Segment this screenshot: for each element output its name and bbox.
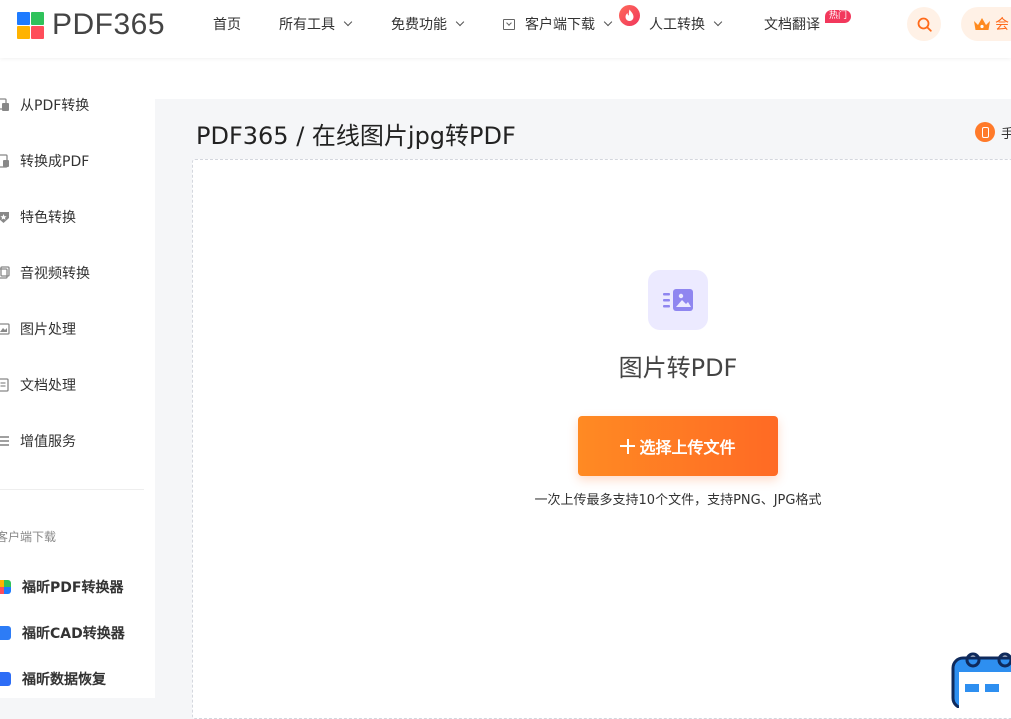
sidebar-item-special[interactable]: 特色转换 <box>0 207 76 227</box>
hot-badge: 热门 <box>825 10 852 23</box>
crown-icon <box>974 17 990 30</box>
top-header: PDF365 首页 所有工具 免费功能 客户端下载 人工转换 文档翻译 热门 会 <box>0 0 1011 58</box>
chevron-down-icon <box>343 17 353 27</box>
doc-to-icon <box>0 154 10 168</box>
nav-all-tools[interactable]: 所有工具 <box>279 0 353 48</box>
nav-client-download-label: 客户端下载 <box>525 17 595 33</box>
image-to-pdf-icon <box>648 270 708 330</box>
sidebar-item-label: 从PDF转换 <box>20 98 90 114</box>
nav-doc-translate[interactable]: 文档翻译 <box>764 0 820 48</box>
phone-icon <box>975 122 995 142</box>
foxit-cad-icon <box>0 626 11 640</box>
vip-button[interactable]: 会 <box>961 7 1011 41</box>
nav-free-features[interactable]: 免费功能 <box>391 0 465 48</box>
nav-human-convert[interactable]: 人工转换 <box>649 0 723 48</box>
chevron-down-icon <box>603 17 613 27</box>
foxit-pdf-icon <box>0 580 11 594</box>
vip-label: 会 <box>995 17 1009 33</box>
upload-hint: 一次上传最多支持10个文件，支持PNG、JPG格式 <box>534 493 822 508</box>
search-icon <box>917 17 932 32</box>
sidebar-item-doc-process[interactable]: 文档处理 <box>0 375 76 395</box>
chevron-down-icon <box>455 17 465 27</box>
chevron-down-icon <box>713 17 723 27</box>
sidebar-item-label: 音视频转换 <box>20 266 90 282</box>
download-icon <box>503 18 515 30</box>
doc-from-icon <box>0 98 10 112</box>
sidebar-item-label: 图片处理 <box>20 322 76 338</box>
nav-free-features-label: 免费功能 <box>391 17 447 33</box>
sidebar-item-media[interactable]: 音视频转换 <box>0 263 90 283</box>
breadcrumb: PDF365 / 在线图片jpg转PDF <box>196 122 516 150</box>
sidebar-app-label: 福昕数据恢复 <box>22 672 106 688</box>
sidebar-item-label: 特色转换 <box>20 210 76 226</box>
logo-mark-icon <box>17 11 44 39</box>
search-button[interactable] <box>907 7 941 41</box>
doc-process-icon <box>0 378 10 392</box>
calendar-promo-icon[interactable] <box>951 648 1011 710</box>
sidebar-app-foxit-recovery[interactable]: 福昕数据恢复 <box>0 669 106 689</box>
sidebar: 从PDF转换 转换成PDF 特色转换 音视频转换 图片处理 文档处理 增值服务 … <box>0 58 155 698</box>
sidebar-item-to-pdf[interactable]: 转换成PDF <box>0 151 89 171</box>
sidebar-item-image[interactable]: 图片处理 <box>0 319 76 339</box>
nav-human-convert-label: 人工转换 <box>649 17 705 33</box>
star-shield-icon <box>0 210 10 224</box>
nav-all-tools-label: 所有工具 <box>279 17 335 33</box>
sidebar-divider <box>0 489 144 490</box>
nav-home-label: 首页 <box>213 17 241 33</box>
sidebar-item-label: 文档处理 <box>20 378 76 394</box>
tool-title: 图片转PDF <box>618 354 738 382</box>
sidebar-app-foxit-pdf[interactable]: 福昕PDF转换器 <box>0 577 123 597</box>
sidebar-app-label: 福昕CAD转换器 <box>22 626 125 642</box>
logo-text: PDF365 <box>52 8 166 41</box>
logo[interactable]: PDF365 <box>17 8 166 41</box>
sidebar-app-label: 福昕PDF转换器 <box>22 580 124 596</box>
select-upload-button[interactable]: 选择上传文件 <box>578 416 778 476</box>
nav-home[interactable]: 首页 <box>213 0 241 48</box>
sidebar-item-label: 转换成PDF <box>20 154 90 170</box>
list-icon <box>0 434 10 448</box>
phone-link-label: 手 <box>1001 126 1011 142</box>
nav-client-download[interactable]: 客户端下载 <box>503 0 613 48</box>
plus-icon <box>620 438 636 454</box>
sidebar-item-value-added[interactable]: 增值服务 <box>0 431 76 451</box>
image-icon <box>0 322 10 336</box>
select-upload-label: 选择上传文件 <box>639 438 736 457</box>
main-top-strip <box>155 58 1011 99</box>
media-icon <box>0 266 10 280</box>
sidebar-app-foxit-cad[interactable]: 福昕CAD转换器 <box>0 623 125 643</box>
sidebar-section-title: 客户端下载 <box>0 530 57 544</box>
nav-doc-translate-label: 文档翻译 <box>764 17 820 33</box>
phone-link[interactable]: 手 <box>975 122 1011 142</box>
foxit-recovery-icon <box>0 672 11 686</box>
sidebar-item-from-pdf[interactable]: 从PDF转换 <box>0 95 89 115</box>
sidebar-item-label: 增值服务 <box>20 434 76 450</box>
fire-icon <box>619 5 640 26</box>
